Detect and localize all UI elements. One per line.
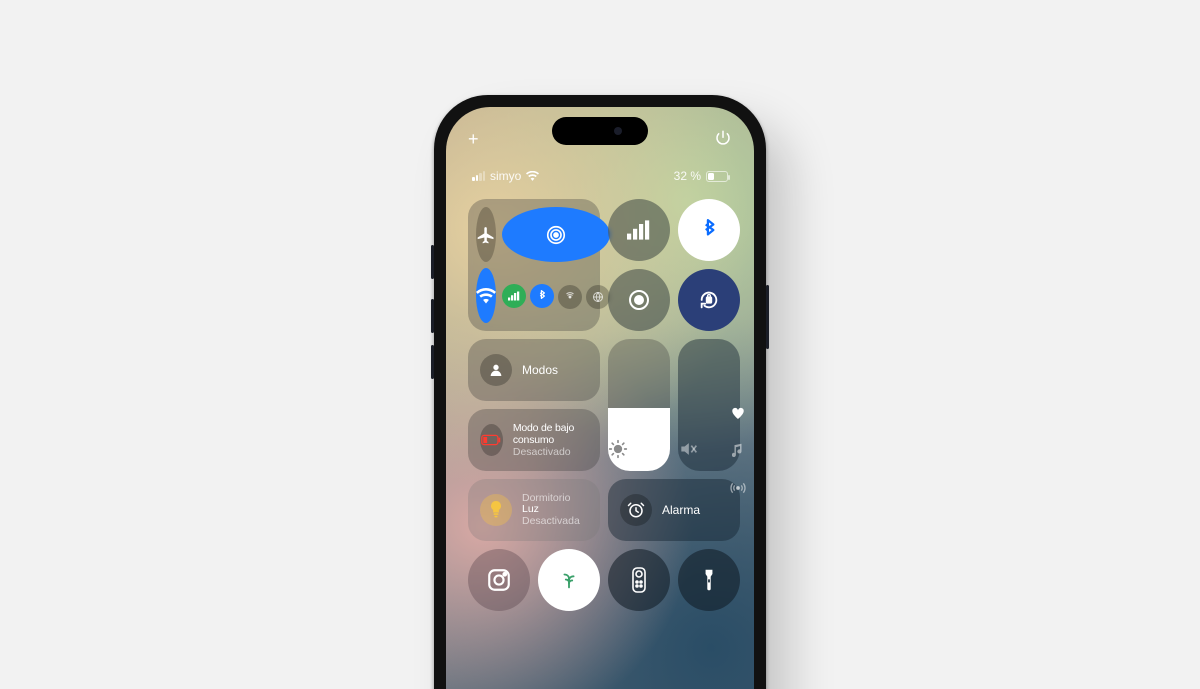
focus-modes-button[interactable]: Modos: [468, 339, 600, 401]
vpn-mini-icon: [586, 285, 610, 309]
battery-percent-label: 32 %: [674, 169, 701, 183]
alarm-clock-icon: [620, 494, 652, 526]
carrier-label: simyo: [490, 169, 521, 183]
screen-record-button[interactable]: [608, 269, 670, 331]
bluetooth-toggle[interactable]: [678, 199, 740, 261]
power-button[interactable]: [714, 129, 732, 147]
signal-strength-icon: [472, 171, 485, 181]
lightbulb-icon: [480, 494, 512, 526]
top-controls: +: [446, 127, 754, 151]
home-light-button[interactable]: Dormitorio Luz Desactivada: [468, 479, 600, 541]
focus-modes-label: Modos: [522, 363, 558, 377]
battery-icon: [706, 171, 728, 182]
music-note-icon: [732, 443, 744, 457]
wifi-toggle[interactable]: [476, 268, 496, 323]
low-power-state: Desactivado: [513, 446, 588, 458]
battery-low-icon: [480, 424, 503, 456]
hotspot-mini-icon: [558, 285, 582, 309]
instagram-shortcut[interactable]: [468, 549, 530, 611]
sun-icon: [608, 439, 670, 459]
brightness-slider[interactable]: [608, 339, 670, 471]
connectivity-group[interactable]: [468, 199, 600, 331]
status-bar: simyo 32 %: [446, 169, 754, 187]
wifi-status-icon: [526, 171, 539, 181]
cellular-data-toggle[interactable]: [608, 199, 670, 261]
person-icon: [480, 354, 512, 386]
apple-tv-remote[interactable]: [608, 549, 670, 611]
alarm-label: Alarma: [662, 503, 700, 517]
eco-shortcut[interactable]: [538, 549, 600, 611]
add-control-button[interactable]: +: [468, 129, 479, 150]
connectivity-extras[interactable]: [502, 268, 610, 323]
controls-grid: Modos: [468, 199, 732, 611]
airplane-mode-toggle[interactable]: [476, 207, 496, 262]
flashlight-button[interactable]: [678, 549, 740, 611]
alarm-button[interactable]: Alarma: [608, 479, 740, 541]
low-power-title: Modo de bajo consumo: [513, 422, 588, 446]
cellular-mini-icon: [502, 284, 526, 308]
bluetooth-mini-icon: [530, 284, 554, 308]
rotation-lock-toggle[interactable]: [678, 269, 740, 331]
iphone-frame: + simyo 32 %: [434, 95, 766, 689]
heart-icon: [731, 407, 745, 419]
broadcast-icon: [730, 481, 746, 495]
low-power-mode-button[interactable]: Modo de bajo consumo Desactivado: [468, 409, 600, 471]
control-center-screen: + simyo 32 %: [446, 107, 754, 689]
home-light-state: Desactivada: [522, 516, 580, 528]
page-indicator[interactable]: [730, 407, 746, 495]
airdrop-toggle[interactable]: [502, 207, 610, 262]
